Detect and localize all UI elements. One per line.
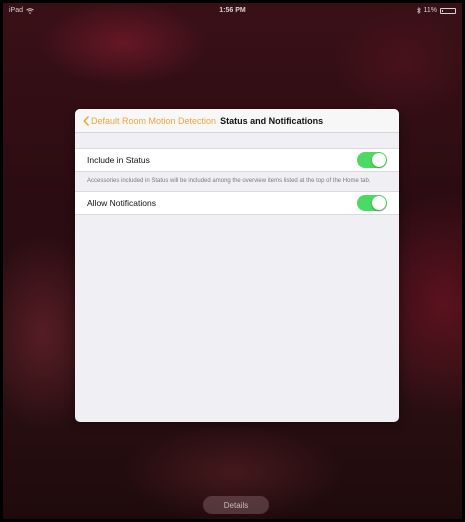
page-title: Status and Notifications <box>220 115 324 126</box>
status-bar: iPad 1:56 PM 11% <box>3 3 462 19</box>
status-right: 11% <box>416 7 456 14</box>
toggle-knob <box>372 153 386 167</box>
chevron-left-icon <box>83 115 89 126</box>
allow-notifications-row: Allow Notifications <box>75 191 399 215</box>
battery-icon <box>440 7 456 14</box>
include-in-status-footer: Accessories included in Status will be i… <box>87 178 371 184</box>
battery-percent: 11% <box>423 7 438 14</box>
allow-notifications-label: Allow Notifications <box>87 198 156 208</box>
settings-sheet: Default Room Motion Detection Status and… <box>75 109 399 422</box>
status-time: 1:56 PM <box>219 7 246 14</box>
include-in-status-row: Include in Status <box>75 148 399 172</box>
battery-level <box>442 9 443 12</box>
include-in-status-label: Include in Status <box>87 155 150 165</box>
details-button[interactable]: Details <box>203 496 269 514</box>
back-label: Default Room Motion Detection <box>91 115 217 126</box>
allow-notifications-toggle[interactable] <box>357 195 387 211</box>
toggle-knob <box>372 196 386 210</box>
include-in-status-toggle[interactable] <box>357 152 387 168</box>
ipad-screen: iPad 1:56 PM 11% Default Room Motion Det… <box>3 3 462 519</box>
back-button[interactable]: Default Room Motion Detection <box>83 116 216 126</box>
bluetooth-icon <box>416 7 421 14</box>
navigation-bar: Default Room Motion Detection Status and… <box>75 109 399 133</box>
